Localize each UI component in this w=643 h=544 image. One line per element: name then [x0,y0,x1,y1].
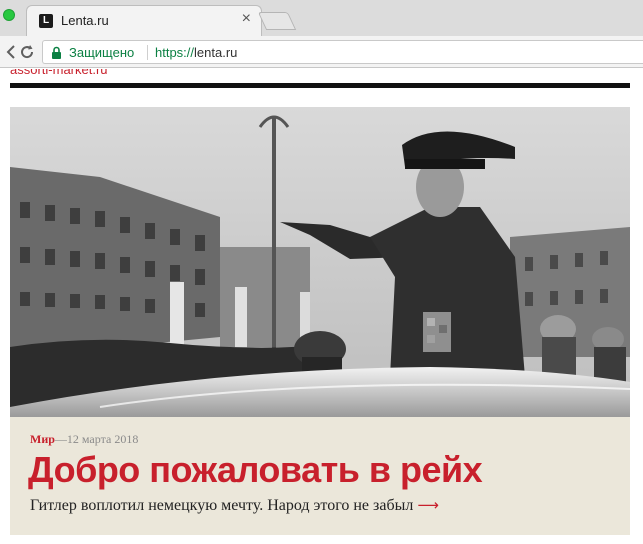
site-favicon-icon: L [39,14,53,28]
back-arrow-icon[interactable] [5,42,17,62]
article-hero-image[interactable] [10,107,630,417]
ad-link[interactable]: assorti-market.ru [10,69,108,77]
browser-toolbar: Защищено https://lenta.ru [0,36,643,68]
reload-icon[interactable] [18,43,36,61]
address-bar[interactable]: Защищено https://lenta.ru [42,40,643,64]
tab-title: Lenta.ru [61,13,109,28]
address-bar-divider [147,45,148,60]
url-text: https://lenta.ru [155,45,237,60]
window-zoom-button[interactable] [3,9,15,21]
close-icon[interactable]: × [242,11,251,27]
arrow-right-icon[interactable]: ⟶ [417,496,439,514]
url-protocol: https:// [155,45,195,60]
url-host: lenta.ru [194,45,238,60]
article-date: —12 марта 2018 [54,432,139,446]
browser-tabstrip: L Lenta.ru × [0,0,643,36]
lock-icon [52,46,61,59]
article-headline-link[interactable]: Добро пожаловать в рейх [28,449,483,491]
article-subheadline: Гитлер воплотил немецкую мечту. Народ эт… [30,496,439,515]
new-tab-button[interactable] [257,12,297,30]
subheadline-text: Гитлер воплотил немецкую мечту. Народ эт… [30,497,414,514]
page-content: assorti-market.ru Мир—12 марта 2018 Добр… [0,69,643,544]
hero-photo [10,107,630,417]
top-divider [10,83,630,88]
article-rubric-link[interactable]: Мир [30,432,55,446]
article-caption[interactable]: Мир—12 марта 2018 Добро пожаловать в рей… [10,417,630,535]
browser-tab[interactable]: L Lenta.ru × [26,5,262,36]
security-status-label: Защищено [69,45,135,60]
article-meta: Мир—12 марта 2018 [30,432,138,447]
